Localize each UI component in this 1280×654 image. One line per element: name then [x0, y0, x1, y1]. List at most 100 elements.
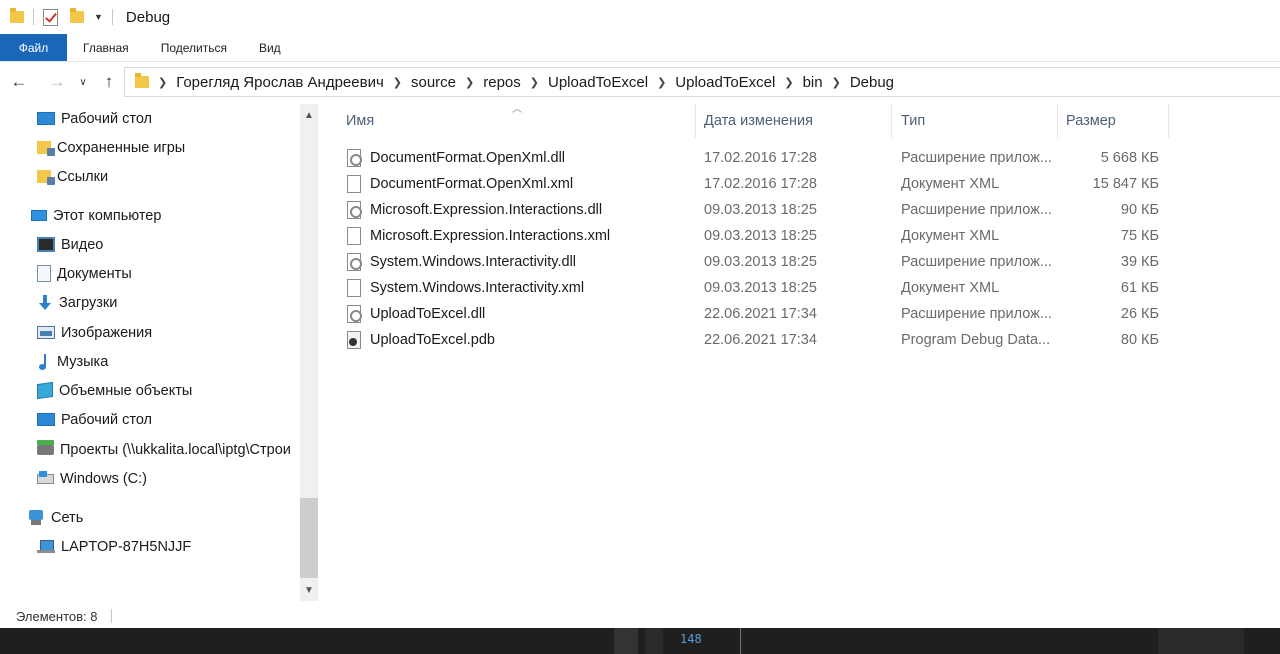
chevron-right-icon[interactable]: ❯ [657, 76, 666, 89]
item-count: Элементов: 8 [16, 608, 98, 624]
column-header-size[interactable]: Размер [1066, 104, 1116, 138]
nav-item-projects-drive[interactable]: Проекты (\\ukkalita.local\iptg\Строи [37, 435, 299, 464]
column-divider[interactable] [1168, 104, 1169, 138]
breadcrumb-source[interactable]: source [411, 74, 456, 91]
dll-file-icon [347, 201, 362, 219]
file-row[interactable]: UploadToExcel.dll 22.06.2021 17:34 Расши… [330, 301, 1180, 327]
column-divider[interactable] [695, 104, 696, 138]
nav-item-desktop[interactable]: Рабочий стол [37, 104, 152, 133]
chevron-right-icon[interactable]: ❯ [530, 76, 539, 89]
tab-share[interactable]: Поделиться [145, 34, 243, 61]
tab-file[interactable]: Файл [0, 34, 67, 61]
file-name: DocumentFormat.OpenXml.dll [370, 150, 566, 166]
tab-view[interactable]: Вид [243, 34, 297, 61]
new-folder-icon[interactable] [70, 8, 84, 23]
nav-item-music[interactable]: Музыка [37, 347, 108, 376]
tab-home[interactable]: Главная [67, 34, 145, 61]
nav-item-pictures[interactable]: Изображения [37, 318, 152, 347]
nav-item-links[interactable]: Ссылки [37, 162, 108, 191]
nav-item-label: Этот компьютер [53, 207, 162, 224]
file-row[interactable]: Microsoft.Expression.Interactions.dll 09… [330, 197, 1180, 223]
file-row[interactable]: System.Windows.Interactivity.xml 09.03.2… [330, 275, 1180, 301]
nav-item-network[interactable]: Сеть [27, 503, 83, 532]
nav-item-3d-objects[interactable]: Объемные объекты [37, 376, 192, 405]
navigation-scrollbar[interactable]: ▲ ▼ [300, 104, 318, 601]
ribbon-tabs: Файл Главная Поделиться Вид [0, 34, 1280, 62]
breadcrumb-bin[interactable]: bin [803, 74, 823, 91]
links-icon [37, 170, 55, 185]
quick-access-toolbar: ▼ [0, 0, 122, 34]
folder-icon [135, 73, 149, 88]
nav-item-documents[interactable]: Документы [37, 259, 132, 288]
xml-file-icon [347, 175, 361, 193]
breadcrumb-debug[interactable]: Debug [850, 74, 894, 91]
file-type: Документ XML [901, 280, 1000, 296]
breadcrumb-uploadtoexcel[interactable]: UploadToExcel [548, 74, 648, 91]
video-icon [37, 237, 55, 252]
documents-icon [37, 265, 51, 282]
file-size: 90 КБ [1120, 202, 1159, 218]
separator [33, 9, 34, 25]
breadcrumb-repos[interactable]: repos [483, 74, 521, 91]
file-row[interactable]: System.Windows.Interactivity.dll 09.03.2… [330, 249, 1180, 275]
chevron-right-icon[interactable]: ❯ [784, 76, 793, 89]
nav-item-laptop[interactable]: LAPTOP-87H5NJJF [37, 532, 191, 561]
column-header-type[interactable]: Тип [901, 104, 925, 138]
dll-file-icon [347, 305, 362, 323]
file-name: System.Windows.Interactivity.dll [370, 254, 577, 270]
music-icon [37, 353, 51, 370]
file-row[interactable]: DocumentFormat.OpenXml.xml 17.02.2016 17… [330, 171, 1180, 197]
column-divider[interactable] [1057, 104, 1058, 138]
scroll-up-icon[interactable]: ▲ [300, 106, 318, 124]
title-bar: ▼ Debug [0, 0, 1280, 34]
nav-item-windows-c[interactable]: Windows (C:) [37, 464, 147, 493]
xml-file-icon [347, 279, 361, 297]
column-header-date[interactable]: Дата изменения [704, 104, 813, 138]
file-size: 15 847 КБ [1092, 176, 1159, 192]
up-arrow-icon[interactable]: ↑ [98, 72, 120, 92]
downloads-icon [37, 294, 53, 311]
file-type: Расширение прилож... [901, 254, 1051, 270]
file-name: System.Windows.Interactivity.xml [370, 280, 585, 296]
recent-locations-chevron-icon[interactable]: ∨ [72, 77, 94, 88]
scrollbar-thumb[interactable] [300, 498, 318, 578]
file-size: 5 668 КБ [1100, 150, 1159, 166]
file-name: Microsoft.Expression.Interactions.dll [370, 202, 603, 218]
properties-icon[interactable] [43, 8, 58, 26]
navigation-pane: Рабочий стол Сохраненные игры Ссылки Это… [0, 104, 320, 604]
dll-file-icon [347, 149, 362, 167]
address-bar[interactable]: ❯ Горегляд Ярослав Андреевич ❯ source ❯ … [124, 67, 1280, 97]
nav-item-label: Музыка [57, 353, 109, 370]
column-divider[interactable] [891, 104, 892, 138]
nav-item-desktop-pc[interactable]: Рабочий стол [37, 405, 152, 434]
nav-item-saved-games[interactable]: Сохраненные игры [37, 133, 185, 162]
chevron-right-icon[interactable]: ❯ [158, 76, 167, 89]
chevron-right-icon[interactable]: ❯ [832, 76, 841, 89]
breadcrumb-user[interactable]: Горегляд Ярослав Андреевич [176, 74, 384, 91]
nav-item-this-pc[interactable]: Этот компьютер [31, 201, 161, 230]
xml-file-icon [347, 227, 361, 245]
customize-toolbar-chevron-icon[interactable]: ▼ [94, 12, 103, 22]
file-type: Расширение прилож... [901, 202, 1051, 218]
back-arrow-icon[interactable]: ← [8, 72, 30, 92]
file-row[interactable]: DocumentFormat.OpenXml.dll 17.02.2016 17… [330, 145, 1180, 171]
chevron-right-icon[interactable]: ❯ [393, 76, 402, 89]
scroll-down-icon[interactable]: ▼ [300, 581, 318, 599]
pdb-file-icon [347, 331, 361, 349]
chevron-right-icon[interactable]: ❯ [465, 76, 474, 89]
file-row[interactable]: UploadToExcel.pdb 22.06.2021 17:34 Progr… [330, 327, 1180, 353]
nav-item-label: Рабочий стол [61, 411, 153, 428]
nav-item-label: Видео [61, 236, 104, 253]
nav-item-downloads[interactable]: Загрузки [37, 288, 117, 317]
nav-item-label: Объемные объекты [59, 382, 193, 399]
nav-item-videos[interactable]: Видео [37, 230, 103, 259]
column-header-name[interactable]: Имя [346, 104, 374, 138]
nav-item-label: Документы [57, 265, 132, 282]
file-row[interactable]: Microsoft.Expression.Interactions.xml 09… [330, 223, 1180, 249]
file-type: Program Debug Data... [901, 332, 1051, 348]
forward-arrow-icon[interactable]: → [46, 72, 68, 92]
file-date: 09.03.2013 18:25 [704, 280, 817, 296]
breadcrumb-uploadtoexcel-project[interactable]: UploadToExcel [675, 74, 775, 91]
nav-item-label: Рабочий стол [61, 110, 153, 127]
file-date: 09.03.2013 18:25 [704, 228, 817, 244]
